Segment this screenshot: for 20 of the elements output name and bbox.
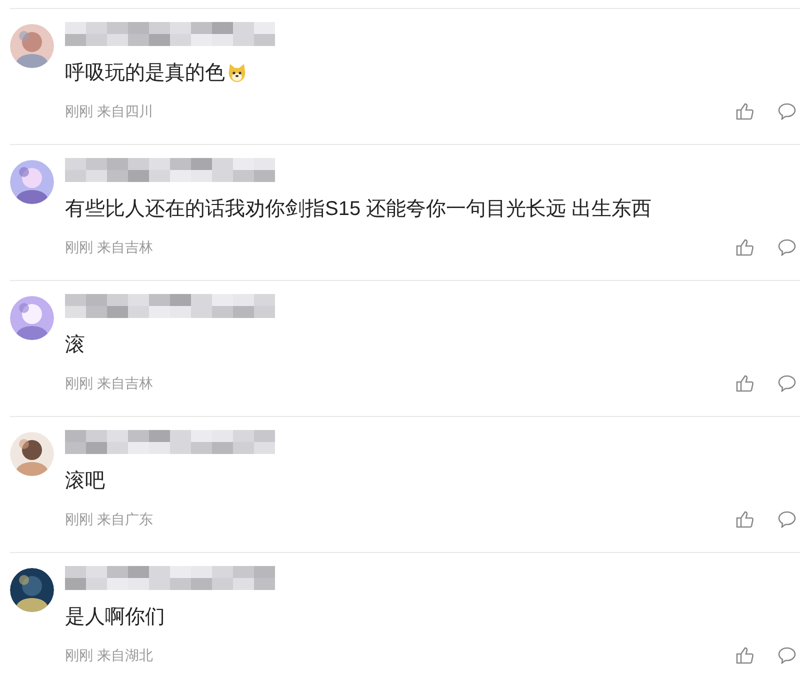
comment-meta: 刚刚 来自湖北 bbox=[65, 646, 153, 665]
comment-icon[interactable] bbox=[778, 647, 796, 664]
comment-text: 是人啊你们 bbox=[65, 605, 165, 630]
comment-text: 滚吧 bbox=[65, 469, 105, 494]
thumbs-up-icon[interactable] bbox=[736, 511, 754, 528]
comment-text: 滚 bbox=[65, 333, 85, 358]
comment-meta: 刚刚 来自广东 bbox=[65, 510, 153, 529]
comment-icon[interactable] bbox=[778, 511, 796, 528]
comment-meta: 刚刚 来自四川 bbox=[65, 102, 153, 121]
comment-icon[interactable] bbox=[778, 239, 796, 256]
comment-icon[interactable] bbox=[778, 375, 796, 392]
comment-text: 有些比人还在的话我劝你剑指S15 还能夸你一句目光长远 出生东西 bbox=[65, 197, 652, 222]
comment-text: 呼吸玩的是真的色 bbox=[65, 61, 225, 86]
thumbs-up-icon[interactable] bbox=[736, 647, 754, 664]
comment-icon[interactable] bbox=[778, 103, 796, 120]
comment-meta: 刚刚 来自吉林 bbox=[65, 238, 153, 257]
comment-meta: 刚刚 来自吉林 bbox=[65, 374, 153, 393]
thumbs-up-icon[interactable] bbox=[736, 103, 754, 120]
thumbs-up-icon[interactable] bbox=[736, 239, 754, 256]
thumbs-up-icon[interactable] bbox=[736, 375, 754, 392]
